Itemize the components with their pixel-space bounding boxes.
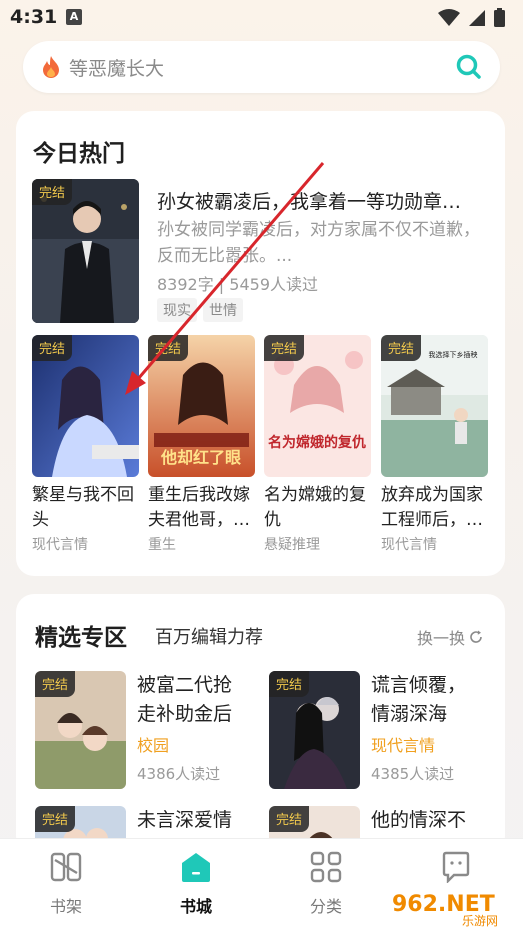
selected-book-info: 未言深爱情 bbox=[137, 806, 247, 835]
watermark-logo: 962.NET 乐游网 bbox=[384, 885, 519, 928]
home-icon bbox=[182, 853, 210, 882]
grid-book[interactable]: 名为嫦娥的复仇 完结 名为嫦娥的复仇 悬疑推理 bbox=[264, 335, 371, 554]
nav-label: 分类 bbox=[309, 897, 342, 916]
cover-title-text: 他却红了眼 bbox=[160, 448, 241, 467]
refresh-button[interactable]: 换一换 bbox=[417, 625, 483, 649]
selected-book-info: 谎言倾覆，情溺深海 现代言情 4385人读过 bbox=[371, 671, 481, 784]
grid-book-cover[interactable]: 他却红了眼 完结 bbox=[148, 335, 255, 477]
selected-book-category: 校园 bbox=[137, 736, 170, 755]
profile-icon bbox=[442, 851, 470, 884]
search-bar[interactable]: 等恶魔长大 bbox=[23, 41, 500, 93]
complete-badge: 完结 bbox=[148, 335, 189, 361]
status-bar: 4:31 A bbox=[0, 0, 523, 36]
watermark-sub: 乐游网 bbox=[462, 914, 498, 928]
tag[interactable]: 现实 bbox=[157, 298, 197, 322]
featured-book-title[interactable]: 孙女被霸凌后，我拿着一等功勋章… bbox=[157, 187, 487, 214]
selected-book-info: 他的情深不 bbox=[371, 806, 481, 835]
featured-book-cover[interactable]: 完结 bbox=[32, 179, 139, 323]
grid-book-cover[interactable]: 完结 bbox=[32, 335, 139, 477]
tag[interactable]: 世情 bbox=[203, 298, 243, 322]
refresh-icon bbox=[470, 630, 482, 643]
selected-section-subtitle: 百万编辑力荐 bbox=[155, 627, 263, 648]
search-placeholder: 等恶魔长大 bbox=[69, 58, 165, 80]
category-icon bbox=[310, 851, 342, 883]
featured-book-desc: 孙女被同学霸凌后，对方家属不仅不道歉，反而无比嚣张。... bbox=[157, 220, 480, 266]
cover-title-text: 名为嫦娥的复仇 bbox=[268, 434, 366, 451]
grid-book-title[interactable]: 名为嫦娥的复仇 bbox=[264, 483, 371, 533]
featured-tags: 现实 世情 bbox=[157, 298, 243, 322]
complete-badge: 完结 bbox=[269, 671, 310, 697]
selected-book-cover[interactable]: 完结 bbox=[35, 671, 126, 789]
nav-item-bookshelf[interactable]: 书架 bbox=[31, 851, 101, 917]
grid-book[interactable]: 他却红了眼 完结 重生后我改嫁夫君他哥，… 重生 bbox=[148, 335, 255, 554]
status-icons bbox=[438, 8, 505, 27]
grid-book-category: 悬疑推理 bbox=[264, 537, 320, 553]
complete-badge: 完结 bbox=[35, 806, 76, 832]
grid-book-category: 重生 bbox=[148, 537, 176, 553]
selected-book-title[interactable]: 他的情深不 bbox=[371, 806, 481, 835]
nav-item-category[interactable]: 分类 bbox=[291, 851, 361, 917]
grid-book-category: 现代言情 bbox=[381, 537, 437, 553]
signal-icon bbox=[469, 9, 485, 26]
nav-label: 书架 bbox=[49, 897, 82, 916]
nav-label: 书城 bbox=[179, 897, 212, 916]
hot-section: 今日热门 完结 孙女被霸凌后，我拿着一等功勋章… 孙女被同学霸凌后，对方家属不仅… bbox=[16, 111, 505, 576]
grid-book-title[interactable]: 繁星与我不回头 bbox=[32, 483, 139, 533]
grid-book-category: 现代言情 bbox=[32, 537, 88, 553]
selected-section-title: 精选专区 bbox=[35, 625, 127, 651]
cover-title-text: 我选择下乡插秧 bbox=[429, 350, 478, 359]
grid-book-cover[interactable]: 名为嫦娥的复仇 完结 bbox=[264, 335, 371, 477]
complete-badge: 完结 bbox=[32, 335, 73, 361]
complete-badge: 完结 bbox=[264, 335, 305, 361]
status-time: 4:31 bbox=[10, 6, 58, 28]
featured-complete-badge: 完结 bbox=[32, 179, 73, 205]
grid-book[interactable]: 我选择下乡插秧 完结 放弃成为国家工程师后，… 现代言情 bbox=[381, 335, 488, 554]
selected-book-category: 现代言情 bbox=[371, 736, 436, 755]
notification-a-icon: A bbox=[66, 9, 82, 25]
selected-book-title[interactable]: 谎言倾覆，情溺深海 bbox=[371, 671, 481, 729]
search-icon[interactable] bbox=[456, 54, 482, 80]
hot-section-title: 今日热门 bbox=[33, 141, 125, 167]
battery-icon bbox=[494, 8, 505, 27]
selected-book-reads: 4385人读过 bbox=[371, 765, 455, 783]
complete-badge: 完结 bbox=[35, 671, 76, 697]
selected-book-info: 被富二代抢走补助金后 校园 4386人读过 bbox=[137, 671, 247, 784]
selected-book-cover[interactable]: 完结 bbox=[269, 671, 360, 789]
featured-book-meta: 8392字 | 5459人读过 bbox=[157, 275, 319, 294]
refresh-label: 换一换 bbox=[416, 629, 465, 648]
grid-book-title[interactable]: 重生后我改嫁夫君他哥，… bbox=[148, 483, 255, 533]
bookshelf-icon bbox=[50, 852, 82, 882]
selected-book-reads: 4386人读过 bbox=[137, 765, 221, 783]
wifi-icon bbox=[438, 8, 460, 26]
selected-section: 精选专区 百万编辑力荐 换一换 完结 被富二代抢走补助金后 校园 4386人读过 bbox=[16, 594, 505, 924]
fire-icon bbox=[43, 56, 59, 78]
selected-book-title[interactable]: 未言深爱情 bbox=[137, 806, 247, 835]
selected-book-title[interactable]: 被富二代抢走补助金后 bbox=[137, 671, 247, 729]
complete-badge: 完结 bbox=[381, 335, 422, 361]
complete-badge: 完结 bbox=[269, 806, 310, 832]
grid-book[interactable]: 完结 繁星与我不回头 现代言情 bbox=[32, 335, 139, 554]
grid-book-title[interactable]: 放弃成为国家工程师后，… bbox=[381, 483, 488, 533]
nav-item-bookstore[interactable]: 书城 bbox=[161, 851, 231, 917]
grid-book-cover[interactable]: 我选择下乡插秧 完结 bbox=[381, 335, 488, 477]
